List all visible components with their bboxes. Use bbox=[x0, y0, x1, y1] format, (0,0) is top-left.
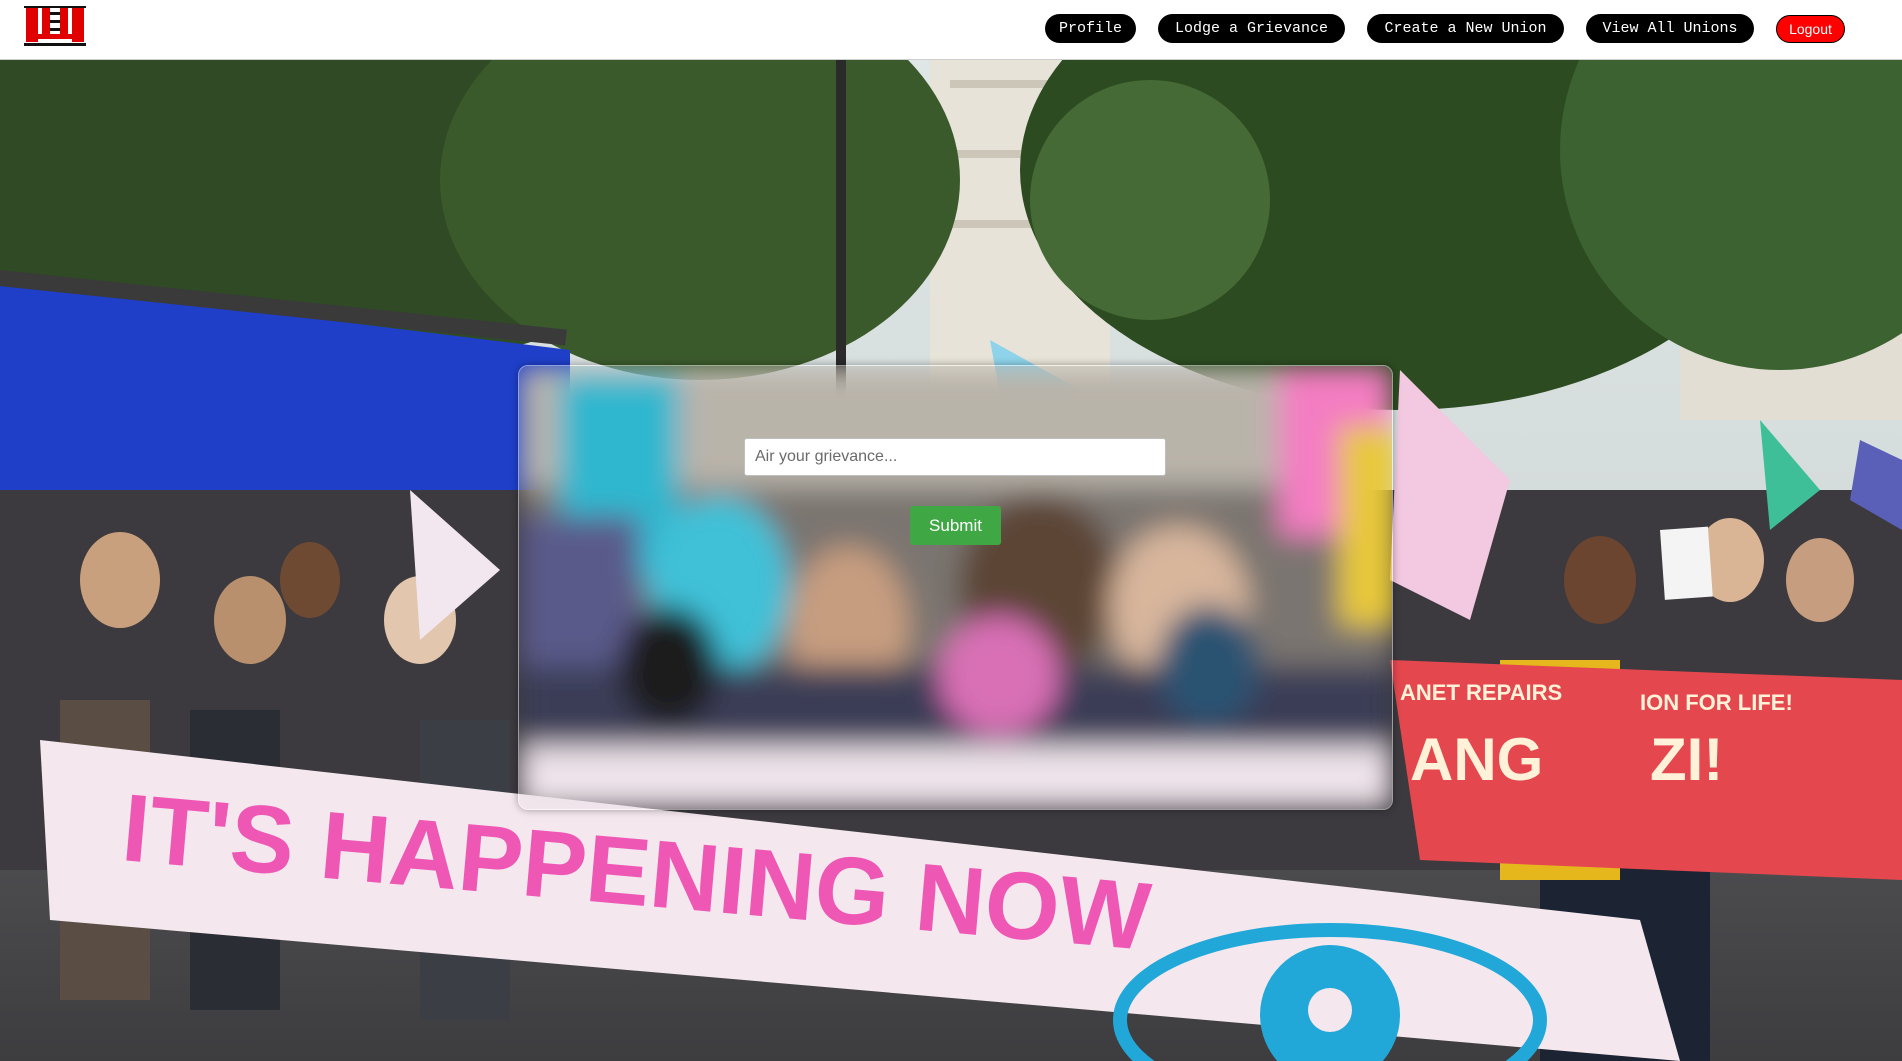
nav-profile-button[interactable]: Profile bbox=[1045, 14, 1136, 43]
logout-button[interactable]: Logout bbox=[1776, 15, 1845, 43]
grievance-form-panel: Submit bbox=[518, 365, 1393, 810]
right-banner-text-3: ANG bbox=[1410, 726, 1543, 793]
nav-view-unions-button[interactable]: View All Unions bbox=[1586, 14, 1754, 43]
hero-background: ANET REPAIRS ION FOR LIFE! ANG ZI! IT'S … bbox=[0, 60, 1902, 1061]
grievance-input[interactable] bbox=[744, 438, 1166, 476]
nav-create-union-button[interactable]: Create a New Union bbox=[1367, 14, 1564, 43]
right-banner-text-4: ZI! bbox=[1650, 726, 1723, 793]
nav-lodge-grievance-button[interactable]: Lodge a Grievance bbox=[1158, 14, 1345, 43]
right-banner-text-2: ION FOR LIFE! bbox=[1640, 690, 1793, 715]
submit-button[interactable]: Submit bbox=[910, 506, 1001, 545]
top-navbar: Profile Lodge a Grievance Create a New U… bbox=[0, 0, 1902, 60]
blurred-photo-backdrop bbox=[519, 366, 1392, 809]
union-logo-icon[interactable] bbox=[24, 6, 86, 48]
right-banner-text-1: ANET REPAIRS bbox=[1400, 680, 1562, 705]
